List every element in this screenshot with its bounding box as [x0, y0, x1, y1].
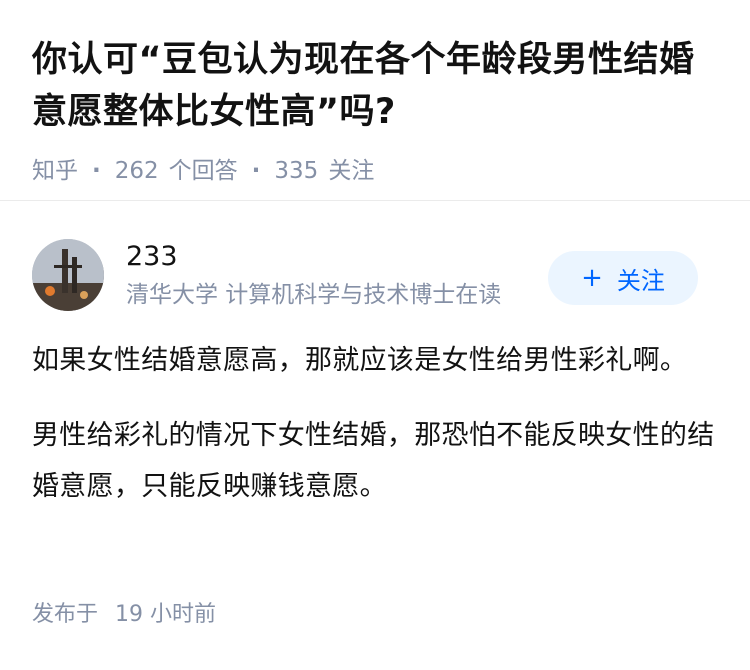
publish-time: 发布于 19 小时前	[32, 600, 216, 630]
answer-paragraph: 如果女性结婚意愿高，那就应该是女性给男性彩礼啊。	[32, 345, 688, 376]
answers-label[interactable]: 个回答	[169, 156, 238, 186]
avatar-image-icon	[32, 239, 104, 311]
publish-label: 发布于	[32, 602, 99, 627]
author-row: 233 清华大学 计算机科学与技术博士在读 + 关注	[32, 237, 718, 313]
meta-separator: ·	[92, 158, 101, 184]
answer-card: 233 清华大学 计算机科学与技术博士在读 + 关注 如果女性结婚意愿高，那就应…	[0, 201, 750, 512]
site-name[interactable]: 知乎	[32, 156, 78, 186]
meta-separator: ·	[251, 158, 261, 184]
publish-time-value: 19 小时前	[115, 602, 217, 627]
zhihu-answer-page: 你认可“豆包认为现在各个年龄段男性结婚意愿整体比女性高”吗? 知乎 · 262 …	[0, 0, 750, 670]
question-meta: 知乎 · 262 个回答 · 335 关注	[32, 156, 718, 186]
answer-body: 如果女性结婚意愿高，那就应该是女性给男性彩礼啊。 男性给彩礼的情况下女性结婚，那…	[32, 335, 718, 512]
follow-button[interactable]: + 关注	[548, 251, 698, 305]
followers-count: 335	[274, 158, 319, 184]
avatar[interactable]	[32, 239, 104, 311]
followers-label: 关注	[328, 158, 375, 184]
question-title[interactable]: 你认可“豆包认为现在各个年龄段男性结婚意愿整体比女性高”吗?	[32, 34, 718, 138]
answer-paragraph: 男性给彩礼的情况下女性结婚，那恐怕不能反映女性的结婚意愿，只能反映赚钱意愿。	[32, 420, 715, 502]
question-header: 你认可“豆包认为现在各个年龄段男性结婚意愿整体比女性高”吗? 知乎 · 262 …	[0, 0, 750, 200]
author-headline: 清华大学 计算机科学与技术博士在读	[126, 282, 502, 308]
answers-count: 262	[114, 158, 159, 184]
plus-icon: +	[581, 263, 603, 293]
follow-button-label: 关注	[616, 266, 665, 295]
